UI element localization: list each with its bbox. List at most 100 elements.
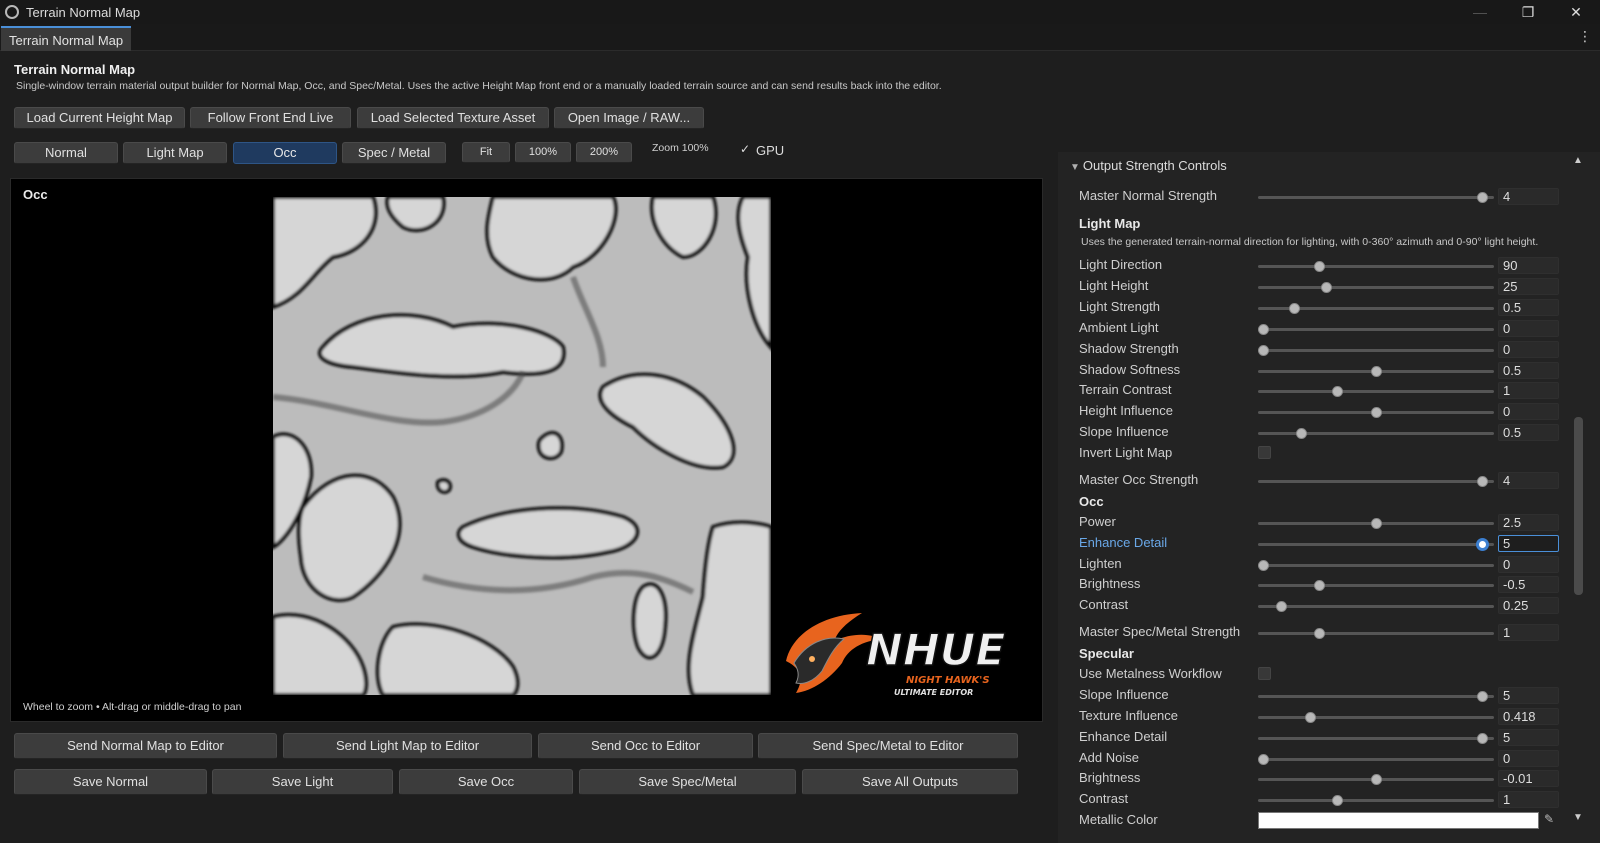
specular-add-noise-slider-knob[interactable]	[1258, 754, 1269, 765]
master-normal-master-normal-strength-slider-knob[interactable]	[1477, 192, 1488, 203]
light-map-light-direction-value-field[interactable]: 90	[1498, 257, 1559, 274]
preview-viewport[interactable]: Occ Wheel to zoom • Alt-drag or middle-d…	[10, 178, 1043, 722]
occ-lighten-slider-knob[interactable]	[1258, 560, 1269, 571]
light-map-height-influence-slider-knob[interactable]	[1371, 407, 1382, 418]
light-map-shadow-softness-value-field[interactable]: 0.5	[1498, 362, 1559, 379]
occ-brightness-slider-track[interactable]	[1258, 584, 1494, 587]
invert-light-map-checkbox[interactable]	[1258, 446, 1271, 459]
mode-light-map-button[interactable]: Light Map	[123, 142, 227, 164]
master-spec-metal-master-spec-metal-strength-value-field[interactable]: 1	[1498, 624, 1559, 641]
specular-add-noise-slider-track[interactable]	[1258, 758, 1494, 761]
occ-brightness-slider-knob[interactable]	[1314, 580, 1325, 591]
occ-power-slider-knob[interactable]	[1371, 518, 1382, 529]
scroll-down-arrow-icon[interactable]: ▼	[1573, 812, 1583, 823]
save-normal-button[interactable]: Save Normal	[14, 769, 207, 795]
master-spec-metal-master-spec-metal-strength-slider-knob[interactable]	[1314, 628, 1325, 639]
light-map-terrain-contrast-value-field[interactable]: 1	[1498, 382, 1559, 399]
occ-contrast-slider-track[interactable]	[1258, 605, 1494, 608]
restore-button[interactable]: ❐	[1504, 0, 1552, 24]
occ-power-value-field[interactable]: 2.5	[1498, 514, 1559, 531]
light-map-light-direction-slider-track[interactable]	[1258, 265, 1494, 268]
metallic-color-swatch[interactable]	[1258, 812, 1539, 829]
master-normal-master-normal-strength-value-field[interactable]: 4	[1498, 188, 1559, 205]
save-occ-button[interactable]: Save Occ	[399, 769, 573, 795]
light-map-ambient-light-slider-track[interactable]	[1258, 328, 1494, 331]
scroll-up-arrow-icon[interactable]: ▲	[1573, 155, 1583, 166]
light-map-slope-influence-value-field[interactable]: 0.5	[1498, 424, 1559, 441]
light-map-light-height-slider-track[interactable]	[1258, 286, 1494, 289]
occ-brightness-value-field[interactable]: -0.5	[1498, 576, 1559, 593]
more-options-icon[interactable]: ⋮	[1578, 28, 1592, 45]
light-map-slope-influence-slider-knob[interactable]	[1296, 428, 1307, 439]
save-light-button[interactable]: Save Light	[212, 769, 393, 795]
light-map-terrain-contrast-slider-knob[interactable]	[1332, 386, 1343, 397]
occ-lighten-slider-track[interactable]	[1258, 564, 1494, 567]
zoom-level-label: Zoom 100%	[652, 142, 709, 154]
send-normal-map-button[interactable]: Send Normal Map to Editor	[14, 733, 277, 759]
specular-brightness-value-field[interactable]: -0.01	[1498, 770, 1559, 787]
light-map-ambient-light-slider-knob[interactable]	[1258, 324, 1269, 335]
close-button[interactable]: ✕	[1552, 0, 1600, 24]
tab-terrain-normal-map[interactable]: Terrain Normal Map	[1, 26, 132, 51]
occ-contrast-value-field[interactable]: 0.25	[1498, 597, 1559, 614]
mode-occ-button[interactable]: Occ	[233, 142, 337, 164]
send-spec-metal-button[interactable]: Send Spec/Metal to Editor	[758, 733, 1018, 759]
light-map-ambient-light-value-field[interactable]: 0	[1498, 320, 1559, 337]
panel-scrollbar[interactable]	[1574, 417, 1583, 595]
master-occ-master-occ-strength-slider-track[interactable]	[1258, 480, 1494, 483]
zoom-fit-button[interactable]: Fit	[462, 142, 510, 163]
load-current-height-map-button[interactable]: Load Current Height Map	[14, 107, 185, 129]
mode-spec-metal-button[interactable]: Spec / Metal	[342, 142, 446, 164]
light-map-terrain-contrast-slider-track[interactable]	[1258, 390, 1494, 393]
light-map-slope-influence-slider-track[interactable]	[1258, 432, 1494, 435]
specular-add-noise-value-field[interactable]: 0	[1498, 750, 1559, 767]
eyedropper-icon[interactable]: ✎	[1544, 812, 1554, 826]
light-map-light-direction-slider-knob[interactable]	[1314, 261, 1325, 272]
load-selected-texture-asset-button[interactable]: Load Selected Texture Asset	[357, 107, 549, 129]
specular-enhance-detail-value-field[interactable]: 5	[1498, 729, 1559, 746]
occ-contrast-slider-knob[interactable]	[1276, 601, 1287, 612]
light-map-shadow-strength-slider-track[interactable]	[1258, 349, 1494, 352]
occ-enhance-detail-slider-track[interactable]	[1258, 543, 1494, 546]
specular-brightness-slider-knob[interactable]	[1371, 774, 1382, 785]
light-map-shadow-strength-value-field[interactable]: 0	[1498, 341, 1559, 358]
master-occ-master-occ-strength-value-field[interactable]: 4	[1498, 472, 1559, 489]
specular-contrast-slider-track[interactable]	[1258, 799, 1494, 802]
open-image-raw-button[interactable]: Open Image / RAW...	[554, 107, 704, 129]
follow-front-end-live-button[interactable]: Follow Front End Live	[190, 107, 351, 129]
zoom-200-button[interactable]: 200%	[576, 142, 632, 163]
light-map-light-height-slider-knob[interactable]	[1321, 282, 1332, 293]
master-occ-master-occ-strength-slider-knob[interactable]	[1477, 476, 1488, 487]
gpu-checkbox[interactable]: ✓	[740, 143, 752, 155]
master-spec-metal-master-spec-metal-strength-slider-track[interactable]	[1258, 632, 1494, 635]
mode-normal-button[interactable]: Normal	[14, 142, 118, 164]
light-map-light-strength-slider-knob[interactable]	[1289, 303, 1300, 314]
specular-texture-influence-value-field[interactable]: 0.418	[1498, 708, 1559, 725]
send-occ-button[interactable]: Send Occ to Editor	[538, 733, 753, 759]
occ-enhance-detail-slider-knob[interactable]	[1476, 538, 1489, 551]
specular-slope-influence-slider-track[interactable]	[1258, 695, 1494, 698]
metalness-workflow-checkbox[interactable]	[1258, 667, 1271, 680]
master-normal-master-normal-strength-slider-track[interactable]	[1258, 196, 1494, 199]
light-map-shadow-softness-slider-knob[interactable]	[1371, 366, 1382, 377]
specular-contrast-value-field[interactable]: 1	[1498, 791, 1559, 808]
specular-slope-influence-value-field[interactable]: 5	[1498, 687, 1559, 704]
specular-texture-influence-slider-knob[interactable]	[1305, 712, 1316, 723]
light-map-light-strength-value-field[interactable]: 0.5	[1498, 299, 1559, 316]
occ-enhance-detail-value-field[interactable]: 5	[1498, 535, 1559, 552]
zoom-100-button[interactable]: 100%	[515, 142, 571, 163]
save-spec-metal-button[interactable]: Save Spec/Metal	[579, 769, 796, 795]
specular-enhance-detail-slider-track[interactable]	[1258, 737, 1494, 740]
save-all-outputs-button[interactable]: Save All Outputs	[802, 769, 1018, 795]
send-light-map-button[interactable]: Send Light Map to Editor	[283, 733, 532, 759]
minimize-button[interactable]: —	[1456, 0, 1504, 24]
specular-texture-influence-slider-track[interactable]	[1258, 716, 1494, 719]
occ-lighten-value-field[interactable]: 0	[1498, 556, 1559, 573]
output-strength-section-header[interactable]: ▼ Output Strength Controls	[1070, 158, 1227, 173]
specular-enhance-detail-slider-knob[interactable]	[1477, 733, 1488, 744]
light-map-light-height-value-field[interactable]: 25	[1498, 278, 1559, 295]
specular-contrast-slider-knob[interactable]	[1332, 795, 1343, 806]
light-map-shadow-strength-slider-knob[interactable]	[1258, 345, 1269, 356]
light-map-height-influence-value-field[interactable]: 0	[1498, 403, 1559, 420]
specular-slope-influence-slider-knob[interactable]	[1477, 691, 1488, 702]
